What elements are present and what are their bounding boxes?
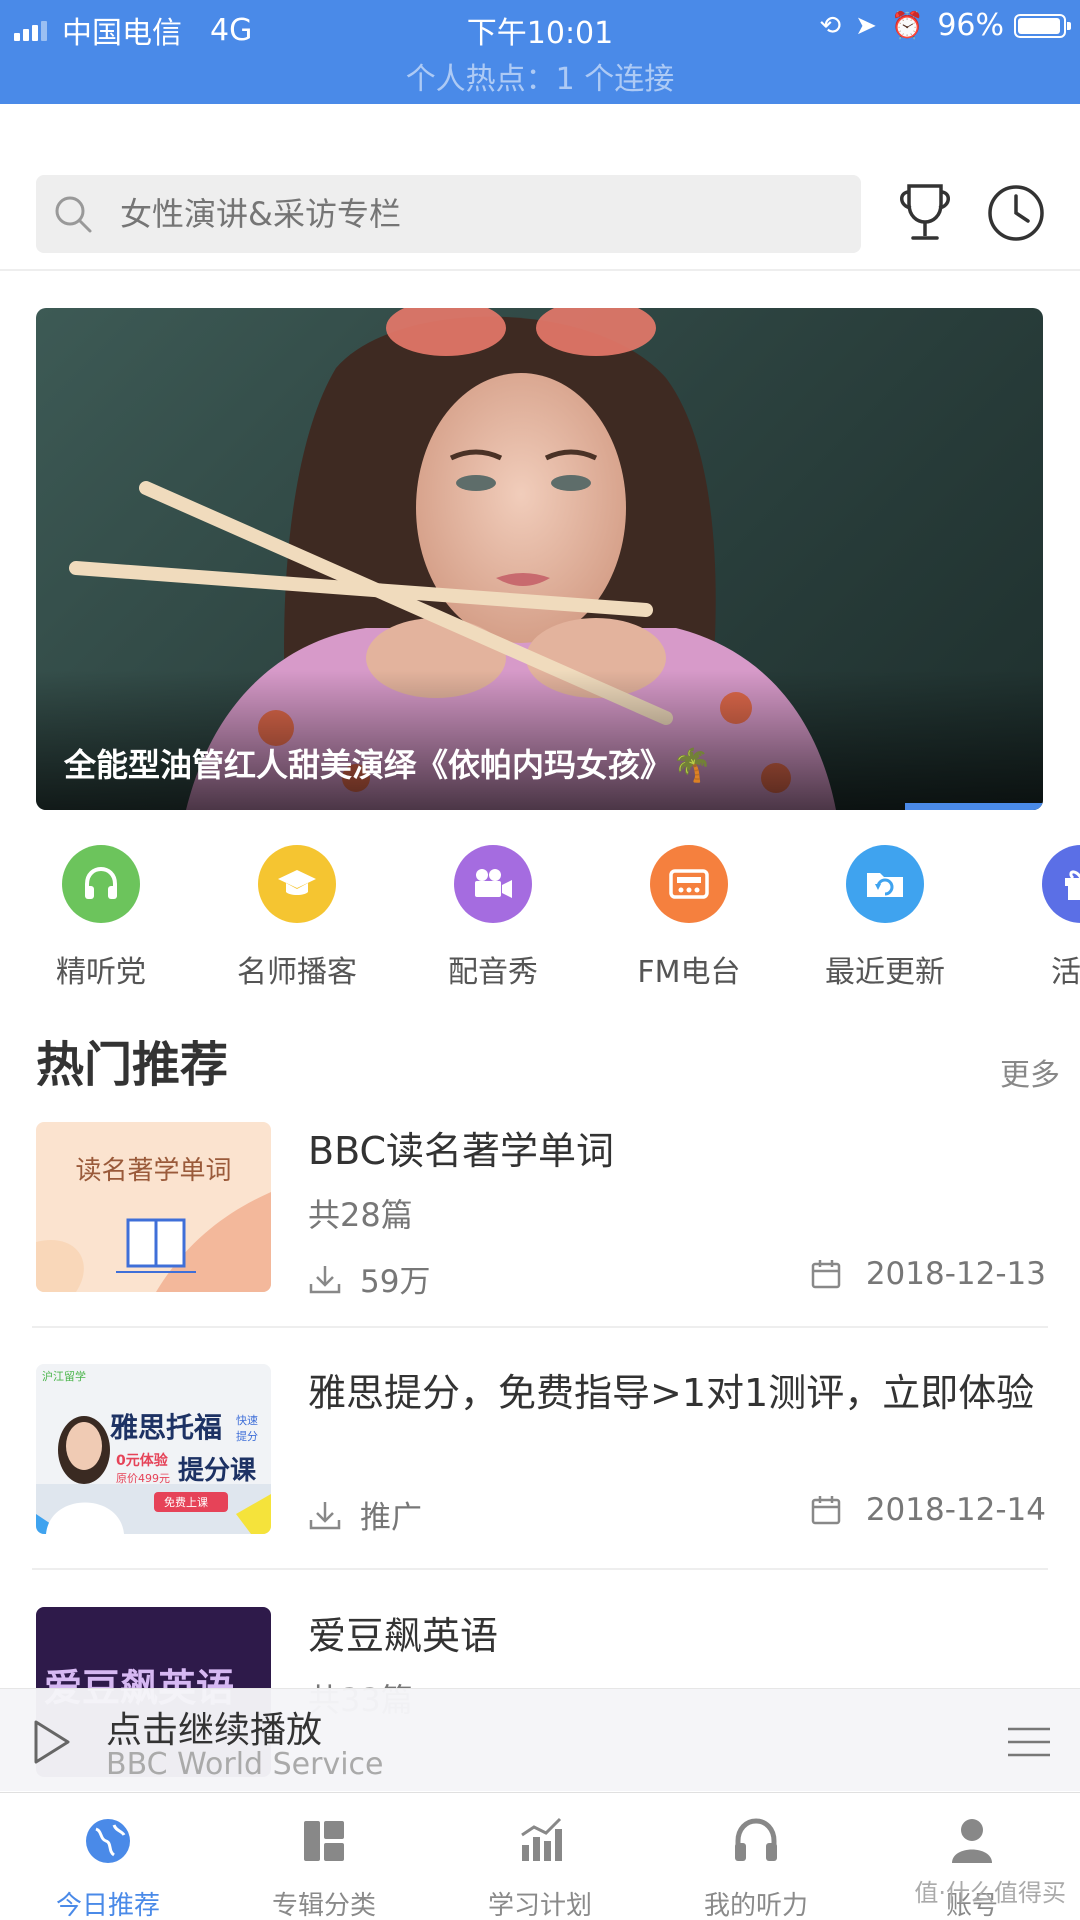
ad-offer: 0元体验 <box>116 1453 168 1469</box>
item-count: 共28篇 <box>308 1196 413 1234</box>
tab-study-plan[interactable]: 学习计划 <box>432 1793 648 1920</box>
category-shortcuts: 精听党 名师播客 配音秀 FM电台 最近更新 活动 <box>0 845 1080 990</box>
download-icon <box>309 1265 341 1293</box>
graduation-cap-icon <box>258 845 336 923</box>
calendar-icon <box>811 1260 841 1289</box>
download-icon <box>309 1501 341 1529</box>
battery-percent: 96% <box>937 8 1004 43</box>
ad-tag-1: 快速 <box>236 1414 258 1427</box>
item-downloads: 59万 <box>308 1256 430 1301</box>
sponsored-label: 推广 <box>360 1500 422 1536</box>
item-title: BBC读名著学单词 <box>308 1129 615 1173</box>
tab-label: 我的听力 <box>703 1891 808 1920</box>
date-text: 2018-12-14 <box>865 1492 1046 1528</box>
location-arrow-icon: ➤ <box>855 10 877 41</box>
globe-icon <box>86 1819 130 1863</box>
more-link[interactable]: 更多 <box>1000 1050 1060 1094</box>
tab-album-categories[interactable]: 专辑分类 <box>216 1793 432 1920</box>
search-input[interactable] <box>120 175 840 253</box>
video-camera-icon <box>454 845 532 923</box>
search-icon <box>55 196 92 233</box>
playlist-menu-icon[interactable] <box>1006 1725 1052 1759</box>
ad-original-price: 原价499元 <box>116 1472 170 1485</box>
category-label: 最近更新 <box>825 955 945 990</box>
ad-headline-2: 提分课 <box>178 1456 257 1486</box>
date-text: 2018-12-13 <box>865 1256 1046 1292</box>
section-title: 热门推荐 <box>36 1037 229 1093</box>
category-teacher-podcast[interactable]: 名师播客 <box>199 845 395 991</box>
item-title: 雅思提分，免费指导>1对1测评，立即体验 <box>308 1371 1035 1415</box>
gift-icon <box>1042 845 1080 923</box>
tab-bar: 今日推荐 专辑分类 学习计划 我的听力 账号 值·什么值得买 <box>0 1792 1080 1920</box>
category-jingtingdang[interactable]: 精听党 <box>3 845 199 991</box>
category-label: 名师播客 <box>237 955 357 990</box>
rotation-lock-icon: ⟲ <box>819 10 842 41</box>
search-bar[interactable] <box>36 175 861 253</box>
mini-player[interactable]: 点击继续播放 BBC World Service <box>0 1688 1080 1791</box>
play-icon[interactable] <box>32 1719 72 1765</box>
headphones-icon <box>735 1818 777 1861</box>
refresh-folder-icon <box>846 845 924 923</box>
featured-banner[interactable]: 全能型油管红人甜美演绎《依帕内玛女孩》🌴 <box>36 308 1043 810</box>
tab-label: 专辑分类 <box>271 1891 376 1920</box>
alarm-icon: ⏰ <box>890 10 924 41</box>
category-recent-updates[interactable]: 最近更新 <box>787 845 983 991</box>
category-label: 精听党 <box>56 955 146 990</box>
category-events[interactable]: 活动 <box>983 845 1080 991</box>
person-icon <box>952 1819 992 1863</box>
ad-cta: 免费上课 <box>164 1496 208 1509</box>
book-illustration <box>36 1192 271 1292</box>
player-title: 点击继续播放 <box>106 1710 323 1751</box>
tab-my-listening[interactable]: 我的听力 <box>648 1793 864 1920</box>
chart-icon <box>521 1817 562 1861</box>
item-title: 爱豆飙英语 <box>308 1614 499 1658</box>
tab-label: 学习计划 <box>487 1891 592 1920</box>
category-label: 配音秀 <box>448 955 538 990</box>
hotspot-indicator[interactable]: 个人热点：1 个连接 <box>0 54 1080 98</box>
battery-icon <box>1014 13 1071 38</box>
item-thumbnail: 沪江留学 雅思托福 提分课 快速 提分 0元体验 原价499元 免费上课 <box>36 1364 271 1534</box>
list-divider <box>32 1326 1048 1328</box>
radio-icon <box>650 845 728 923</box>
banner-page-indicator <box>905 803 1043 810</box>
trophy-icon[interactable] <box>895 180 955 250</box>
category-label: FM电台 <box>637 955 741 990</box>
history-clock-icon[interactable] <box>986 180 1046 246</box>
header-divider <box>0 269 1080 271</box>
item-date: 2018-12-13 <box>810 1256 1046 1292</box>
list-divider <box>32 1568 1048 1570</box>
category-label: 活动 <box>1051 955 1080 990</box>
ad-illustration <box>36 1364 271 1534</box>
item-thumbnail: 读名著学单词 <box>36 1122 271 1292</box>
watermark: 值·什么值得买 <box>914 1879 1066 1907</box>
item-date: 2018-12-14 <box>810 1492 1046 1528</box>
tab-label: 今日推荐 <box>55 1891 160 1920</box>
player-subtitle: BBC World Service <box>106 1747 384 1782</box>
grid-icon <box>304 1821 344 1861</box>
status-bar: 中国电信 4G 下午10:01 ⟲ ➤ ⏰ 96% 个人热点：1 个连接 <box>0 0 1080 104</box>
calendar-icon <box>811 1496 841 1525</box>
ad-tag-2: 提分 <box>236 1430 258 1443</box>
banner-caption: 全能型油管红人甜美演绎《依帕内玛女孩》🌴 <box>64 746 712 784</box>
category-fm-radio[interactable]: FM电台 <box>591 845 787 991</box>
ad-headline-1: 雅思托福 <box>110 1411 223 1444</box>
item-sponsored: 推广 <box>308 1492 422 1537</box>
download-count: 59万 <box>360 1264 431 1300</box>
category-dubbing-show[interactable]: 配音秀 <box>395 845 591 991</box>
thumbnail-title: 读名著学单词 <box>75 1156 232 1186</box>
ad-brand: 沪江留学 <box>42 1370 86 1383</box>
headphones-icon <box>62 845 140 923</box>
tab-today-recommend[interactable]: 今日推荐 <box>0 1793 216 1920</box>
